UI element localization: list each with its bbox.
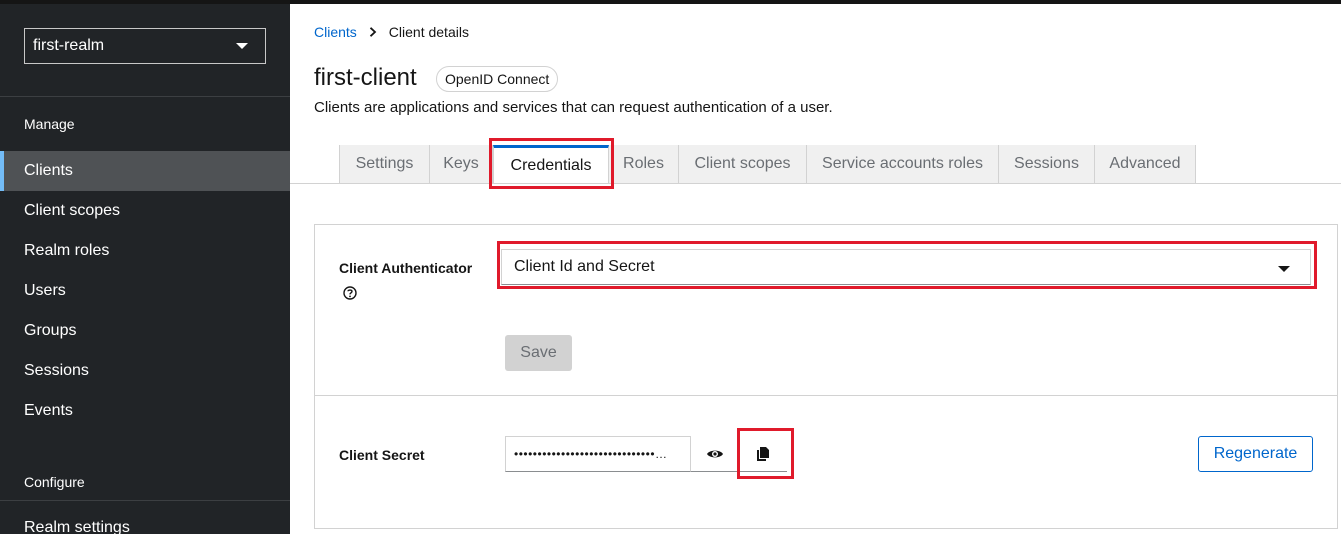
sidebar-item-label: Users (24, 282, 66, 299)
sidebar-item-client-scopes[interactable]: Client scopes (0, 191, 290, 231)
sidebar-divider (0, 500, 290, 501)
sidebar-item-label: Groups (24, 322, 77, 339)
caret-down-icon (1278, 266, 1290, 272)
client-authenticator-label: Client Authenticator (339, 260, 473, 276)
tab-advanced[interactable]: Advanced (1095, 145, 1196, 183)
tab-label: Roles (623, 155, 664, 172)
copy-secret-button[interactable] (739, 436, 787, 472)
eye-icon (707, 450, 723, 457)
tab-label: Credentials (510, 156, 592, 174)
sidebar-item-sessions[interactable]: Sessions (0, 351, 290, 391)
tab-label: Service accounts roles (822, 155, 983, 172)
show-secret-button[interactable] (691, 436, 739, 472)
sidebar-item-events[interactable]: Events (0, 391, 290, 431)
tab-label: Client scopes (694, 155, 791, 172)
sidebar-divider (0, 96, 290, 97)
sidebar-item-users[interactable]: Users (0, 271, 290, 311)
tab-sessions[interactable]: Sessions (999, 145, 1095, 183)
tab-settings[interactable]: Settings (339, 145, 430, 183)
tabs-underline (290, 183, 1341, 184)
sidebar-item-label: Realm roles (24, 242, 110, 259)
realm-selector[interactable]: first-realm (24, 28, 266, 64)
tab-label: Advanced (1109, 155, 1181, 172)
save-button[interactable]: Save (505, 335, 572, 371)
select-value: Client Id and Secret (514, 258, 655, 275)
tab-roles[interactable]: Roles (609, 145, 679, 183)
sidebar: first-realm Manage Clients Client scopes… (0, 4, 290, 534)
sidebar-item-label: Realm settings (24, 519, 130, 534)
sidebar-item-realm-settings[interactable]: Realm settings (0, 508, 290, 534)
sidebar-item-label: Clients (24, 162, 73, 179)
sidebar-item-groups[interactable]: Groups (0, 311, 290, 351)
breadcrumb-current: Client details (388, 24, 469, 40)
chevron-right-icon (369, 27, 377, 37)
client-secret-input[interactable]: ••••••••••••••••••••••••••••••… (505, 436, 691, 472)
breadcrumb: Clients Client details (314, 24, 469, 40)
breadcrumb-link-clients[interactable]: Clients (314, 24, 357, 40)
tab-label: Sessions (1014, 155, 1079, 172)
sidebar-item-label: Client scopes (24, 202, 121, 219)
caret-down-icon (236, 43, 248, 49)
protocol-badge: OpenID Connect (436, 66, 559, 92)
client-authenticator-select[interactable]: Client Id and Secret (501, 249, 1311, 285)
tab-credentials[interactable]: Credentials (493, 145, 609, 183)
tab-label: Keys (443, 155, 479, 172)
regenerate-button[interactable]: Regenerate (1198, 436, 1313, 472)
card-divider (314, 395, 1338, 396)
sidebar-item-label: Events (24, 402, 73, 419)
copy-icon (757, 446, 769, 461)
client-secret-label: Client Secret (339, 447, 425, 463)
tab-client-scopes[interactable]: Client scopes (679, 145, 807, 183)
page-title: first-client (314, 64, 417, 91)
tab-keys[interactable]: Keys (430, 145, 493, 183)
tab-service-accounts-roles[interactable]: Service accounts roles (807, 145, 999, 183)
sidebar-section-configure: Configure (24, 474, 85, 490)
sidebar-section-manage: Manage (24, 116, 75, 132)
realm-selector-label: first-realm (33, 37, 105, 54)
tab-label: Settings (355, 155, 414, 172)
sidebar-item-label: Sessions (24, 362, 89, 379)
sidebar-item-clients[interactable]: Clients (0, 151, 290, 191)
page-subtitle: Clients are applications and services th… (314, 99, 833, 116)
sidebar-item-realm-roles[interactable]: Realm roles (0, 231, 290, 271)
help-icon[interactable] (343, 286, 357, 300)
main-content: Clients Client details first-client Open… (290, 4, 1341, 534)
